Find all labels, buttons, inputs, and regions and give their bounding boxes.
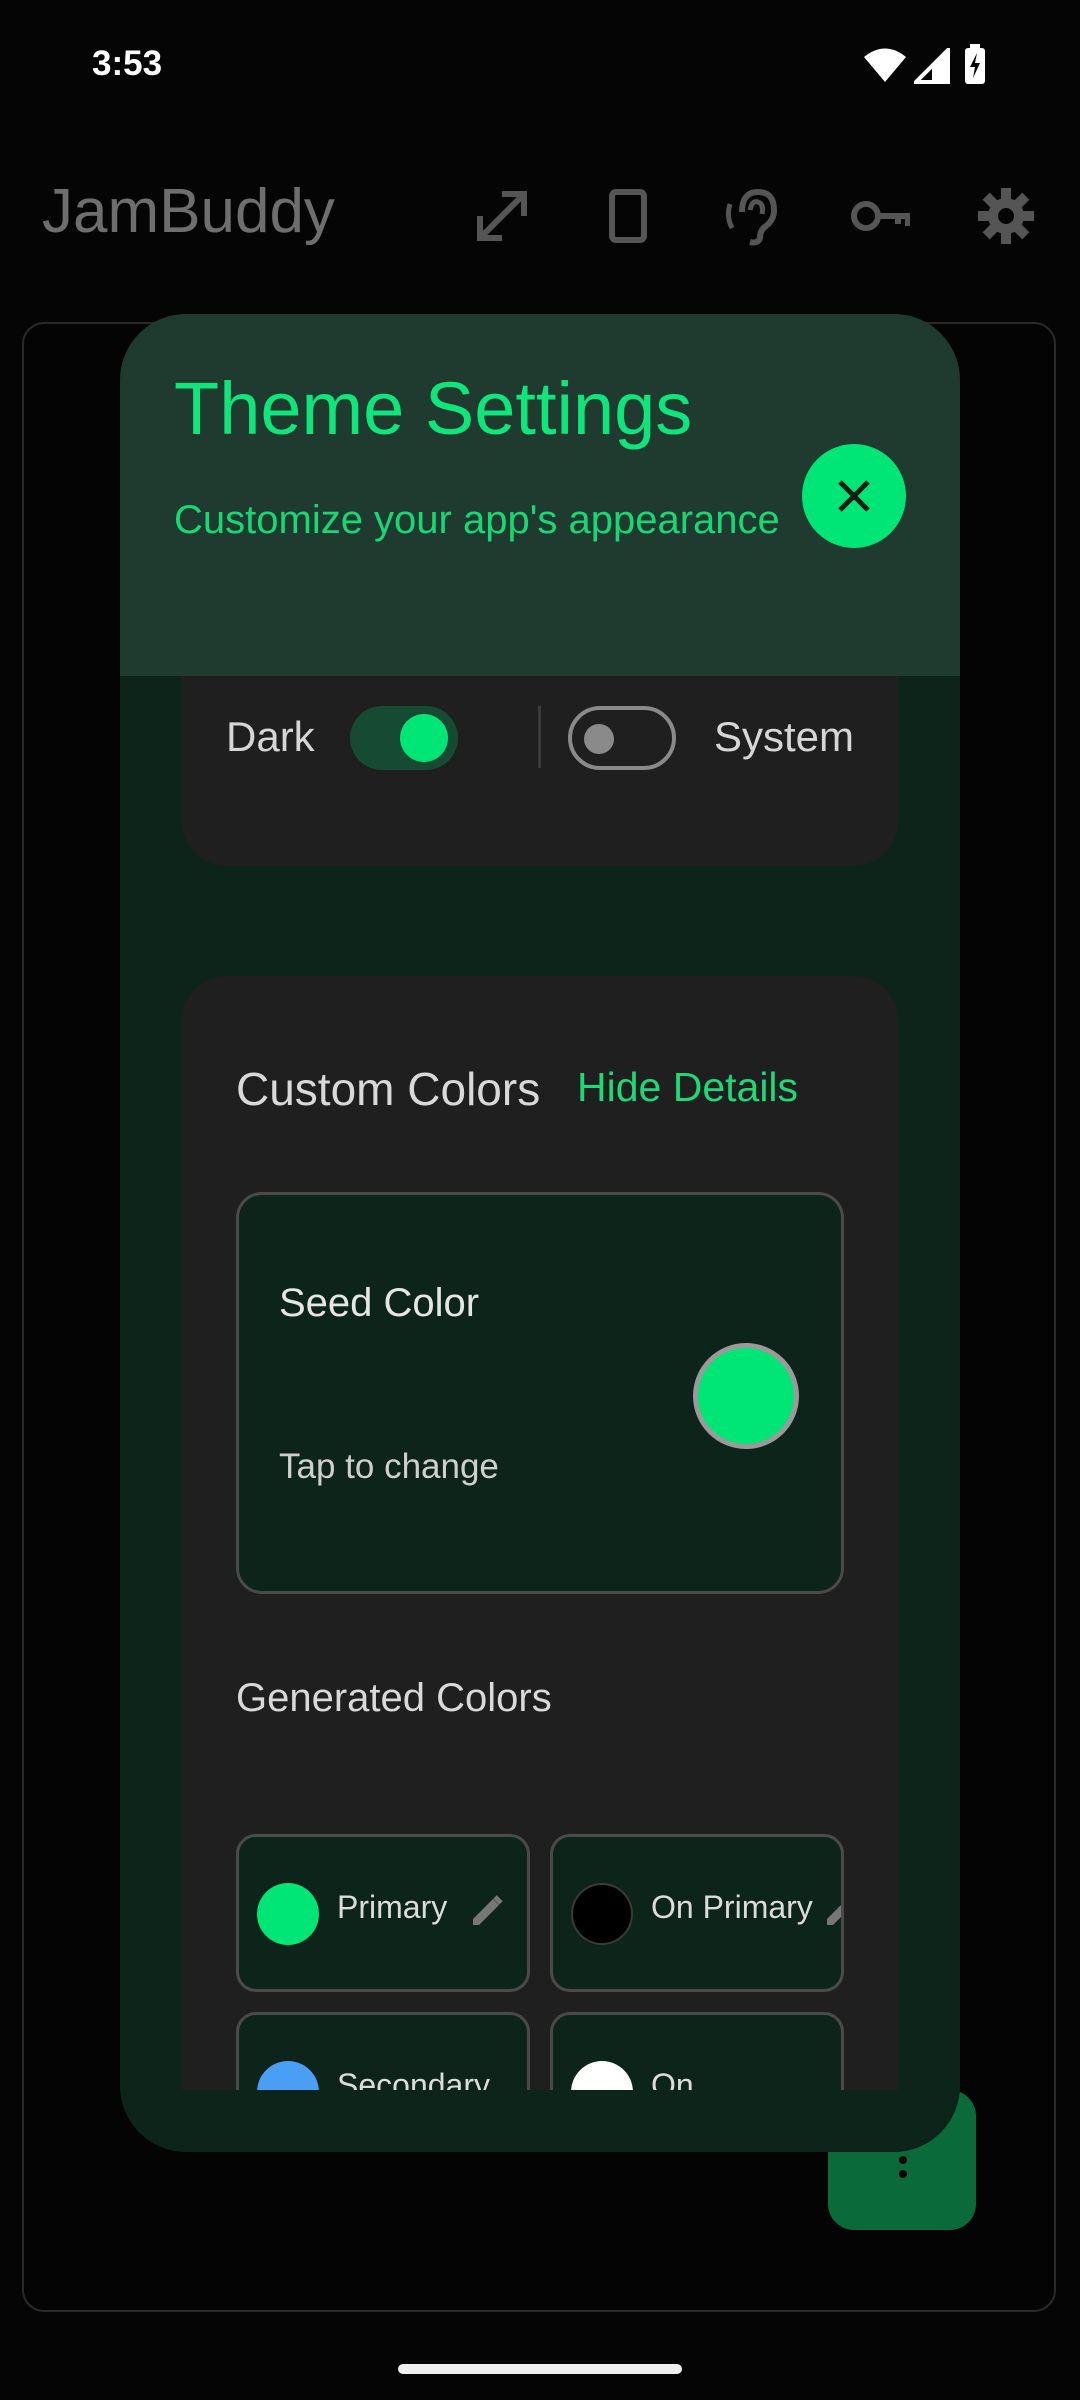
toggle-knob (400, 714, 448, 762)
generated-colors-title: Generated Colors (236, 1676, 552, 1720)
settings-icon[interactable] (976, 186, 1036, 246)
theme-settings-dialog: Theme Settings Customize your app's appe… (120, 314, 960, 2152)
tablet-icon[interactable] (598, 186, 658, 246)
app-bar: JamBuddy (0, 160, 1080, 280)
hide-details-button[interactable]: Hide Details (577, 1064, 798, 1111)
dialog-body[interactable]: Dark System Custom Colors Hide Details S… (120, 676, 960, 2090)
app-title: JamBuddy (42, 177, 335, 246)
close-icon (838, 480, 870, 512)
status-icons (864, 44, 994, 90)
system-mode-label: System (714, 713, 855, 760)
signal-icon (914, 48, 950, 84)
color-swatch (571, 2061, 633, 2090)
home-indicator[interactable] (398, 2364, 682, 2374)
status-bar: 3:53 (0, 0, 1080, 130)
color-swatch (257, 1883, 319, 1945)
edit-icon[interactable] (823, 1893, 844, 1929)
seed-color-swatch[interactable] (693, 1343, 799, 1449)
seed-color-hint: Tap to change (279, 1447, 499, 1486)
color-swatch (257, 2061, 319, 2090)
dark-mode-label: Dark (226, 713, 315, 760)
color-chip-label: On (651, 2067, 694, 2090)
color-chip-label: Secondary (337, 2067, 490, 2090)
status-time: 3:53 (92, 44, 163, 83)
custom-colors-card: Custom Colors Hide Details Seed Color Ta… (182, 976, 898, 2090)
key-icon[interactable] (850, 186, 911, 246)
color-chip-label: On Primary (651, 1889, 813, 1925)
system-mode-toggle[interactable] (568, 706, 676, 770)
dialog-header: Theme Settings Customize your app's appe… (120, 314, 960, 676)
wifi-icon (864, 48, 906, 82)
seed-color-card[interactable]: Seed Color Tap to change (236, 1192, 844, 1594)
dialog-subtitle: Customize your app's appearance (174, 498, 780, 542)
fullscreen-icon[interactable] (472, 186, 532, 246)
toggle-knob (584, 724, 614, 754)
custom-colors-title: Custom Colors (236, 1063, 541, 1115)
mode-divider (538, 706, 541, 768)
battery-charging-icon (965, 44, 985, 84)
close-button[interactable] (802, 444, 906, 548)
color-chip-on-primary[interactable]: On Primary (550, 1834, 844, 1992)
color-chip-on-secondary[interactable]: On (550, 2012, 844, 2090)
color-chip-label: Primary (337, 1889, 448, 1925)
hearing-icon[interactable] (724, 186, 784, 246)
theme-mode-card: Dark System (182, 676, 898, 866)
color-chip-primary[interactable]: Primary (236, 1834, 530, 1992)
edit-icon[interactable] (469, 1893, 505, 1929)
color-swatch (571, 1883, 633, 1945)
seed-color-title: Seed Color (279, 1281, 480, 1325)
dark-mode-toggle[interactable] (350, 706, 458, 770)
color-chip-secondary[interactable]: Secondary (236, 2012, 530, 2090)
dialog-title: Theme Settings (174, 367, 693, 450)
